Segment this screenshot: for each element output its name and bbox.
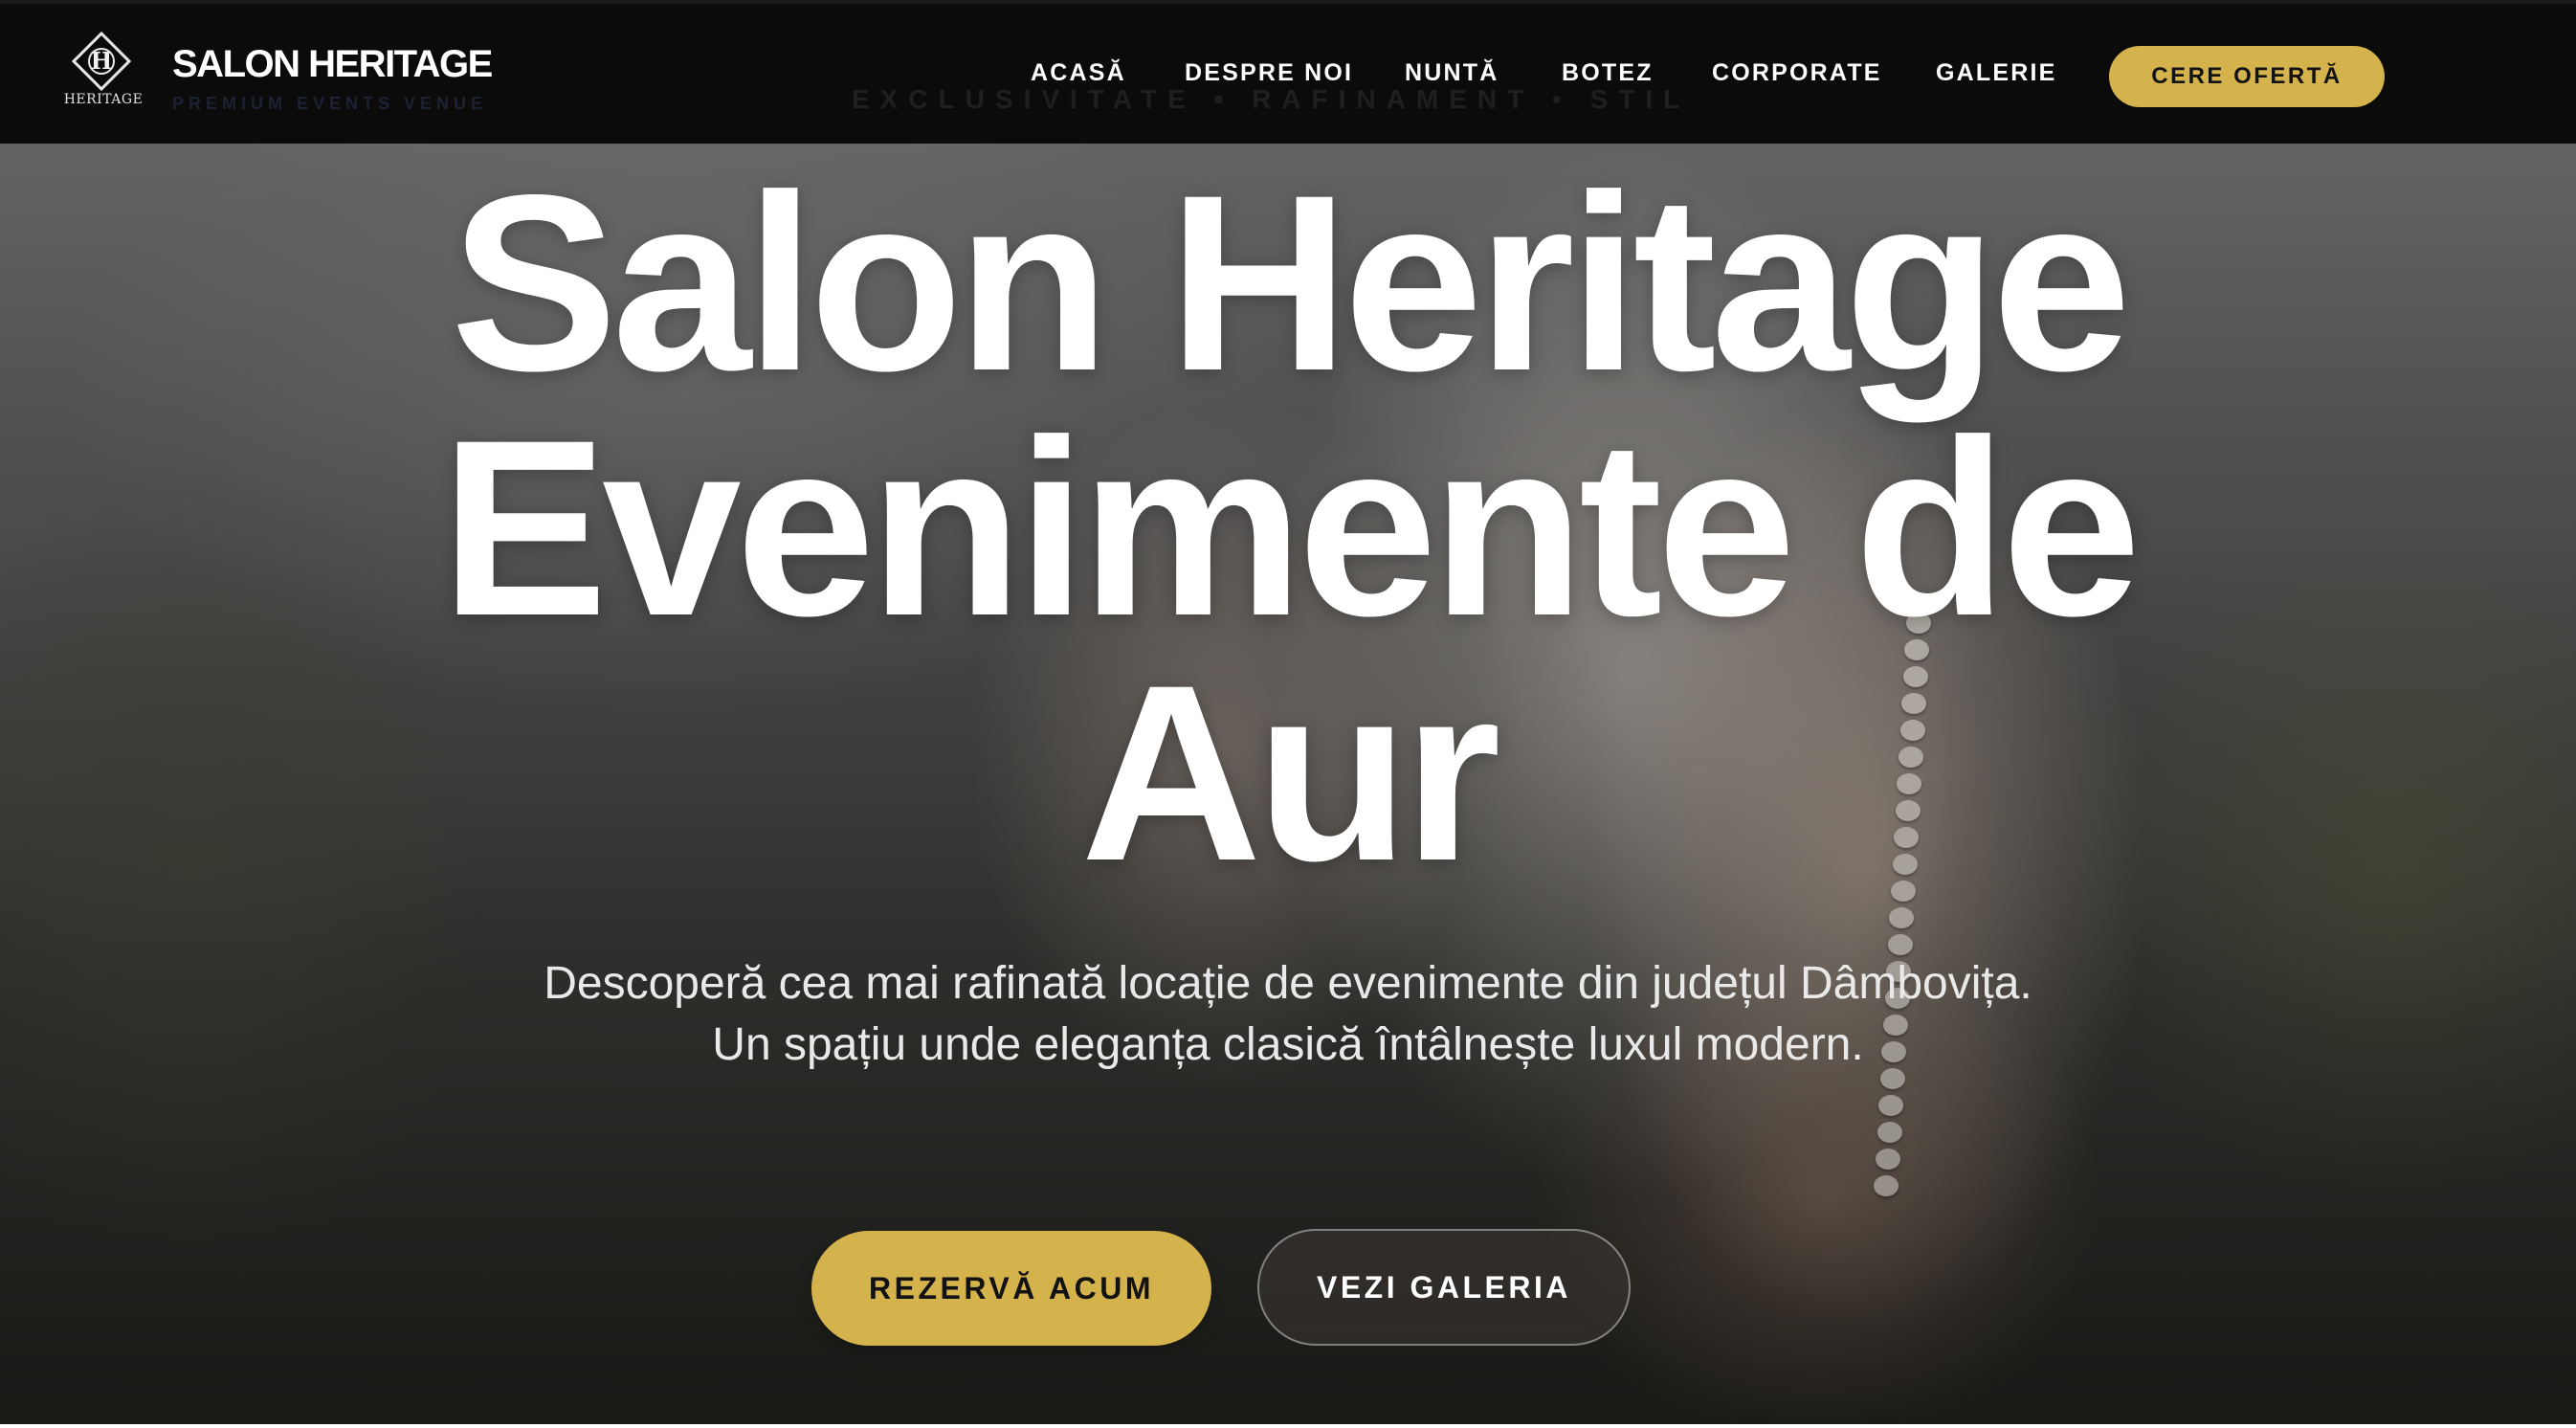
hero-title: Salon Heritage Evenimente de Aur: [287, 143, 2289, 913]
nav-item-galerie[interactable]: GALERIE: [1936, 59, 2057, 87]
view-gallery-button[interactable]: VEZI GALERIA: [1257, 1229, 1631, 1346]
logo-letter: H: [90, 47, 113, 75]
nav-item-acasa[interactable]: ACASĂ: [1031, 59, 1126, 87]
nav-item-despre-noi[interactable]: DESPRE NOI: [1185, 59, 1353, 87]
site-header: H HERITAGE SALON HERITAGE PREMIUM EVENTS…: [0, 0, 2576, 144]
hero-title-line: Salon Heritage: [450, 143, 2132, 423]
hero-title-line: Aur: [1080, 633, 1500, 913]
nav-item-nunta[interactable]: NUNTĂ: [1405, 59, 1499, 87]
hero-subtitle: Descoperă cea mai rafinată locație de ev…: [544, 958, 2032, 1070]
nav-item-botez[interactable]: BOTEZ: [1562, 59, 1654, 87]
book-now-button[interactable]: REZERVĂ ACUM: [811, 1231, 1211, 1346]
page: H HERITAGE SALON HERITAGE PREMIUM EVENTS…: [0, 0, 2576, 1428]
request-offer-button[interactable]: CERE OFERTĂ: [2109, 46, 2385, 107]
logo-emblem[interactable]: H HERITAGE: [61, 31, 145, 115]
nav-item-corporate[interactable]: CORPORATE: [1712, 59, 1882, 87]
brand-name[interactable]: SALON HERITAGE: [172, 42, 493, 86]
hero-title-line: Evenimente de: [440, 388, 2141, 668]
logo-word: HERITAGE: [63, 92, 144, 107]
brand-tagline: PREMIUM EVENTS VENUE: [172, 94, 488, 113]
header-ghost-text: EXCLUSIVITATE • RAFINAMENT • STIL: [852, 84, 1691, 114]
